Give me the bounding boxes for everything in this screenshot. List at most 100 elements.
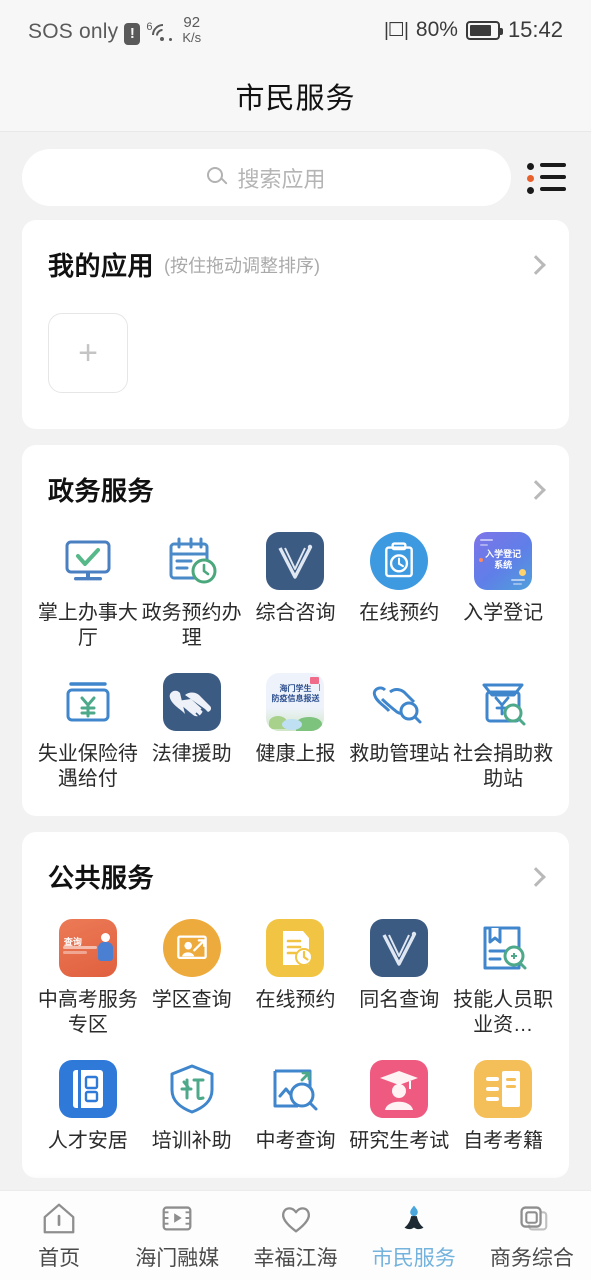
app-tile-label: 在线预约 [255,989,336,1011]
household-book-icon [57,1058,119,1120]
app-tile[interactable]: 综合咨询 [244,530,348,665]
app-tile-label: 掌上办事大厅 [37,602,138,649]
app-tile[interactable]: 政务预约办理 [140,530,244,665]
monitor-check-icon [57,530,119,592]
app-tile[interactable]: 人才安居 [36,1058,140,1168]
app-tile[interactable]: 社会捐助救助站 [451,671,555,806]
subsidy-shield-icon [161,1058,223,1120]
tab-home[interactable]: 首页 [0,1199,118,1272]
app-tile-label: 中高考服务专区 [37,989,138,1036]
video-icon [157,1199,197,1237]
app-tile-label: 中考查询 [255,1130,336,1152]
app-tile[interactable]: 中考查询 [244,1058,348,1168]
app-tile[interactable]: 技能人员职业资… [451,917,555,1052]
search-placeholder: 搜索应用 [237,166,326,192]
clock-label: 15:42 [507,17,563,42]
app-tile-label: 人才安居 [47,1130,128,1152]
network-speed-value: 92 [183,14,201,32]
app-tile[interactable]: 学区查询 [140,917,244,1052]
search-row: 搜索应用 [0,132,591,220]
status-bar-right: |☐| 80% 15:42 [384,17,563,43]
app-tile-label: 健康上报 [255,743,336,765]
bottom-navigation: 首页 海门融媒 幸福江海 市民服务 商务综合 [0,1190,591,1280]
document-clock-icon [264,917,326,979]
app-tile[interactable]: 入学登记 系统入学登记 [451,530,555,665]
app-tile-label: 学区查询 [151,989,232,1011]
app-tile[interactable]: 掌上办事大厅 [36,530,140,665]
app-tile[interactable]: 救助管理站 [347,671,451,806]
app-tile-label: 入学登记 [463,602,544,624]
list-view-icon[interactable] [525,160,569,196]
enrollment-registration-tile: 入学登记 系统 [472,530,534,592]
apps-icon [512,1199,552,1237]
app-tile[interactable]: 研究生考试 [347,1058,451,1168]
tab-citizen-service[interactable]: 市民服务 [355,1199,473,1272]
status-bar-left: SOS only ! 6 92 K/s [28,15,201,51]
scroll-container[interactable]: 搜索应用 我的应用 (按住拖动调整排序) + 政务服务掌上办事大厅 政务预约办理综… [0,132,591,1280]
tab-label: 市民服务 [371,1247,456,1270]
tab-label: 首页 [38,1247,81,1270]
school-district-icon [161,917,223,979]
app-tile-label: 自考考籍 [463,1130,544,1152]
search-icon [207,167,229,188]
tab-video[interactable]: 海门融媒 [118,1199,236,1272]
health-report-tile: 海门学生 防疫信息报送 [264,671,326,733]
phone-screen: SOS only ! 6 92 K/s |☐| 80% 15:42 市民服务 搜… [0,0,591,1280]
service-section-card: 政务服务 掌上办事大厅 政务预约办理 综合咨询 在线预约 入学登记 系统 入学登记 失业保险待遇… [22,445,569,816]
graduate-icon [368,1058,430,1120]
app-tile[interactable]: 失业保险待遇给付 [36,671,140,806]
warning-icon: ! [124,22,141,45]
handshake-heart-icon [161,671,223,733]
tab-apps[interactable]: 商务综合 [473,1199,591,1272]
exam-service-tile: 查询 [57,917,119,979]
my-apps-header[interactable]: 我的应用 (按住拖动调整排序) [22,220,569,287]
v-logo-icon [368,917,430,979]
image-search-icon [264,1058,326,1120]
my-apps-title: 我的应用 [48,251,155,281]
status-bar: SOS only ! 6 92 K/s |☐| 80% 15:42 [0,0,591,60]
clipboard-clock-icon [368,530,430,592]
citizen-service-icon [394,1199,434,1237]
envelope-yuan-search-icon [472,671,534,733]
add-app-button[interactable]: + [48,313,128,393]
network-speed: 92 K/s [182,15,201,44]
app-tile-label: 研究生考试 [349,1130,450,1152]
chevron-right-icon[interactable] [526,479,546,500]
certificate-search-icon [472,917,534,979]
handshake-search-icon [368,671,430,733]
page-header: 市民服务 [0,60,591,132]
app-tile[interactable]: 自考考籍 [451,1058,555,1168]
app-tile-label: 失业保险待遇给付 [37,743,138,790]
network-speed-unit: K/s [182,30,202,46]
app-tile[interactable]: 在线预约 [244,917,348,1052]
tab-label: 幸福江海 [253,1247,338,1270]
my-apps-card: 我的应用 (按住拖动调整排序) + [22,220,569,429]
app-tile[interactable]: 法律援助 [140,671,244,806]
app-tile[interactable]: 在线预约 [347,530,451,665]
app-tile[interactable]: 海门学生 防疫信息报送健康上报 [244,671,348,806]
page-title: 市民服务 [235,82,356,115]
yuan-box-icon [57,671,119,733]
app-tile[interactable]: 同名查询 [347,917,451,1052]
tab-label: 海门融媒 [135,1247,220,1270]
chevron-right-icon[interactable] [526,254,546,275]
app-tile-label: 在线预约 [359,602,440,624]
tab-heart[interactable]: 幸福江海 [236,1199,354,1272]
my-apps-body: + [22,287,569,425]
section-header[interactable]: 政务服务 [22,445,569,512]
app-tile-label: 综合咨询 [255,602,336,624]
section-title: 公共服务 [48,863,155,893]
app-grid: 查询中高考服务专区 学区查询 在线预约 同名查询 技能人员职业资… 人才安居 培训补助 中考查… [22,899,569,1174]
app-tile-label: 培训补助 [151,1130,232,1152]
app-tile-label: 社会捐助救助站 [453,743,554,790]
tab-label: 商务综合 [489,1247,574,1270]
section-header[interactable]: 公共服务 [22,832,569,899]
search-input[interactable]: 搜索应用 [22,149,511,206]
app-tile-label: 技能人员职业资… [453,989,554,1036]
calendar-clock-icon [161,530,223,592]
heart-icon [276,1199,316,1237]
app-tile-label: 同名查询 [359,989,440,1011]
app-tile[interactable]: 查询 中高考服务专区 [36,917,140,1052]
app-tile[interactable]: 培训补助 [140,1058,244,1168]
chevron-right-icon[interactable] [526,866,546,887]
